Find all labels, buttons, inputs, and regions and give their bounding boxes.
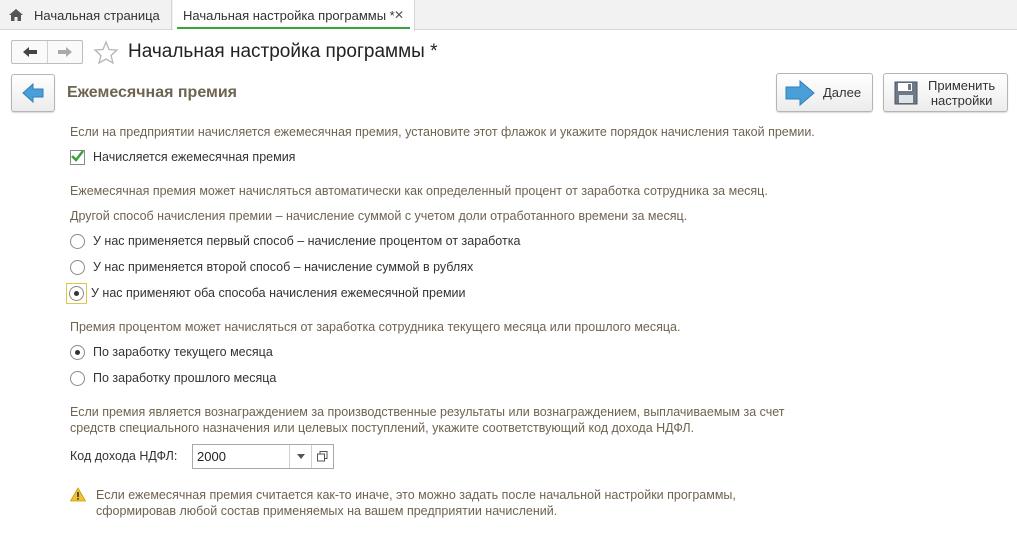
method-option-label: У нас применяется первый способ – начисл… xyxy=(93,234,521,248)
apply-label-line1: Применить xyxy=(928,77,996,93)
back-nav-button[interactable] xyxy=(12,41,47,63)
method-option-percent[interactable]: У нас применяется первый способ – начисл… xyxy=(70,232,520,250)
close-icon[interactable]: ✕ xyxy=(394,8,404,22)
period-radio-current[interactable] xyxy=(70,344,85,360)
chevron-down-icon xyxy=(296,454,305,459)
home-icon xyxy=(9,9,23,21)
method-hint-2: Другой способ начисления премии – начисл… xyxy=(70,209,688,223)
ndfl-hint-2: средств специального назначения или целе… xyxy=(70,421,695,435)
period-option-current[interactable]: По заработку текущего месяца xyxy=(70,343,273,361)
history-nav xyxy=(11,40,83,64)
period-radio-previous[interactable] xyxy=(70,370,85,386)
apply-settings-label: Применить настройки xyxy=(928,78,995,108)
method-radio-percent[interactable] xyxy=(70,233,85,249)
monthly-bonus-checkbox[interactable] xyxy=(70,149,85,165)
period-hint: Премия процентом может начисляться от за… xyxy=(70,320,681,334)
ndfl-code-value[interactable]: 2000 xyxy=(193,445,289,468)
method-option-label: У нас применяется второй способ – начисл… xyxy=(93,260,474,274)
ndfl-hint-1: Если премия является вознаграждением за … xyxy=(70,405,785,419)
checkmark-icon xyxy=(71,149,84,162)
step-title: Ежемесячная премия xyxy=(67,84,238,101)
tab-bar: Начальная страница Начальная настройка п… xyxy=(0,0,1017,31)
arrow-left-icon xyxy=(22,47,37,57)
open-form-icon xyxy=(317,451,328,462)
next-button[interactable]: Далее xyxy=(776,73,873,112)
monthly-bonus-checkbox-row[interactable]: Начисляется ежемесячная премия xyxy=(70,148,295,166)
ndfl-code-label: Код дохода НДФЛ: xyxy=(70,449,178,463)
arrow-right-icon xyxy=(58,47,72,57)
favorite-star-icon[interactable] xyxy=(93,40,119,64)
method-radio-sum[interactable] xyxy=(70,259,85,275)
blue-arrow-left-icon xyxy=(22,83,44,103)
warning-icon xyxy=(70,487,86,502)
period-option-label: По заработку прошлого месяца xyxy=(93,371,277,385)
apply-label-line2: настройки xyxy=(930,92,993,108)
save-icon xyxy=(894,81,918,104)
dropdown-button[interactable] xyxy=(289,445,311,468)
open-button[interactable] xyxy=(311,445,333,468)
focus-frame xyxy=(66,282,87,304)
method-radio-both[interactable] xyxy=(69,285,84,301)
active-tab-indicator xyxy=(177,27,410,29)
method-hint-1: Ежемесячная премия может начисляться авт… xyxy=(70,184,768,198)
method-option-sum[interactable]: У нас применяется второй способ – начисл… xyxy=(70,258,473,276)
period-option-label: По заработку текущего месяца xyxy=(93,345,273,359)
forward-nav-button[interactable] xyxy=(47,41,82,63)
intro-text: Если на предприятии начисляется ежемесяч… xyxy=(70,125,815,139)
page-title: Начальная настройка программы * xyxy=(128,41,438,62)
tab-initial-setup-label: Начальная настройка программы * xyxy=(183,8,395,23)
back-button[interactable] xyxy=(11,74,55,112)
ndfl-code-field[interactable]: 2000 xyxy=(192,444,334,469)
next-button-label: Далее xyxy=(823,85,862,100)
tab-home[interactable]: Начальная страница xyxy=(0,0,172,30)
warning-text-1: Если ежемесячная премия считается как-то… xyxy=(96,488,736,502)
method-option-label: У нас применяют оба способа начисления е… xyxy=(91,286,466,300)
monthly-bonus-checkbox-label: Начисляется ежемесячная премия xyxy=(93,150,296,164)
tab-initial-setup[interactable]: Начальная настройка программы * ✕ xyxy=(173,0,415,31)
apply-settings-button[interactable]: Применить настройки xyxy=(883,73,1008,112)
method-option-both[interactable]: У нас применяют оба способа начисления е… xyxy=(66,282,466,304)
period-option-previous[interactable]: По заработку прошлого месяца xyxy=(70,369,276,387)
tab-home-label: Начальная страница xyxy=(34,7,160,23)
warning-text-2: сформировав любой состав применяемых на … xyxy=(96,504,558,518)
blue-arrow-right-icon xyxy=(785,79,815,106)
